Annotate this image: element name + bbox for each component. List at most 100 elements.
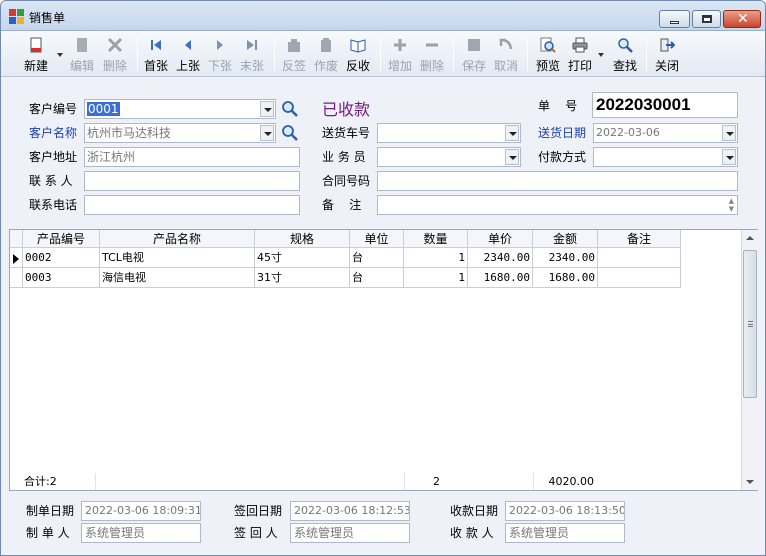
col-header-amount[interactable]: 金额: [533, 230, 598, 248]
contract-field[interactable]: [377, 171, 738, 191]
cell-remark[interactable]: [598, 268, 681, 288]
delivery-date-dropdown[interactable]: [722, 125, 736, 141]
title-bar[interactable]: 销售单 ✕: [1, 1, 765, 31]
vehicle-dropdown[interactable]: [505, 125, 519, 141]
customer-name-search-icon[interactable]: [281, 124, 299, 142]
new-dropdown-icon[interactable]: [57, 53, 63, 57]
unsign-button[interactable]: 反签: [280, 35, 308, 73]
cell-spec[interactable]: 45寸: [255, 248, 350, 268]
created-by-field[interactable]: 系统管理员: [81, 523, 201, 543]
audit-info-panel: 制单日期 2022-03-06 18:09:31 制 单 人 系统管理员 签回日…: [1, 493, 765, 555]
close-icon: ✕: [737, 11, 749, 27]
print-button[interactable]: 打印: [566, 35, 604, 73]
close-button[interactable]: 关闭: [653, 35, 681, 73]
void-label: 作废: [313, 59, 338, 73]
add-row-button[interactable]: 增加: [386, 35, 414, 73]
cell-unit[interactable]: 台: [350, 248, 404, 268]
phone-field[interactable]: [84, 195, 300, 215]
row-selector[interactable]: [10, 248, 23, 268]
col-header-qty[interactable]: 数量: [404, 230, 468, 248]
table-row[interactable]: 0002 TCL电视 45寸 台 1 2340.00 2340.00: [10, 248, 681, 268]
void-button[interactable]: 作废: [312, 35, 340, 73]
cell-remark[interactable]: [598, 248, 681, 268]
unreceive-button[interactable]: 反收: [344, 35, 372, 73]
scroll-up-icon[interactable]: [742, 230, 758, 247]
created-date-field[interactable]: 2022-03-06 18:09:31: [81, 501, 201, 521]
first-record-button[interactable]: 首张: [142, 35, 170, 73]
delivery-date-picker[interactable]: 2022-03-06: [593, 123, 738, 143]
cell-price[interactable]: 2340.00: [468, 248, 533, 268]
delivery-date-label: 送货日期: [538, 126, 587, 140]
new-button[interactable]: 新建: [21, 35, 63, 73]
table-row[interactable]: 0003 海信电视 31寸 台 1 1680.00 1680.00: [10, 268, 681, 288]
cell-name[interactable]: TCL电视: [100, 248, 255, 268]
toolbar-separator: [527, 37, 528, 71]
close-window-button[interactable]: ✕: [723, 10, 761, 28]
find-button[interactable]: 查找: [611, 35, 639, 73]
scroll-down-icon[interactable]: [742, 473, 758, 490]
print-dropdown-icon[interactable]: [598, 53, 604, 57]
cell-code[interactable]: 0002: [23, 248, 100, 268]
signed-by-field[interactable]: 系统管理员: [290, 523, 410, 543]
payment-method-combo[interactable]: [593, 147, 738, 167]
payment-method-dropdown[interactable]: [722, 149, 736, 165]
remove-row-button[interactable]: 删除: [418, 35, 446, 73]
cell-spec[interactable]: 31寸: [255, 268, 350, 288]
salesman-combo[interactable]: [377, 147, 521, 167]
preview-button[interactable]: 预览: [534, 35, 562, 73]
last-record-button[interactable]: 末张: [238, 35, 266, 73]
maximize-button[interactable]: [692, 10, 721, 28]
next-record-button[interactable]: 下张: [206, 35, 234, 73]
save-button[interactable]: 保存: [460, 35, 488, 73]
customer-code-label: 客户编号: [29, 102, 78, 116]
customer-code-combo[interactable]: 0001: [84, 99, 276, 119]
col-header-name[interactable]: 产品名称: [100, 230, 255, 248]
customer-code-dropdown[interactable]: [260, 101, 274, 117]
remark-spinner-icon[interactable]: ▲ ▼: [729, 197, 734, 213]
minimize-button[interactable]: [659, 10, 690, 28]
col-header-price[interactable]: 单价: [468, 230, 533, 248]
cell-code[interactable]: 0003: [23, 268, 100, 288]
edit-button[interactable]: 编辑: [68, 35, 96, 73]
cell-amount[interactable]: 2340.00: [533, 248, 598, 268]
cell-name[interactable]: 海信电视: [100, 268, 255, 288]
contact-field[interactable]: [84, 171, 300, 191]
signed-date-field[interactable]: 2022-03-06 18:12:53: [290, 501, 410, 521]
col-header-unit[interactable]: 单位: [350, 230, 404, 248]
salesman-dropdown[interactable]: [505, 149, 519, 165]
signed-date-label: 签回日期: [234, 504, 283, 518]
remark-field[interactable]: ▲ ▼: [377, 195, 738, 215]
customer-address-field[interactable]: 浙江杭州: [84, 147, 300, 167]
cell-amount[interactable]: 1680.00: [533, 268, 598, 288]
grid-vertical-scrollbar[interactable]: [741, 230, 758, 490]
cancel-label: 取消: [493, 59, 518, 73]
vehicle-combo[interactable]: [377, 123, 521, 143]
prev-record-button[interactable]: 上张: [174, 35, 202, 73]
col-header-spec[interactable]: 规格: [255, 230, 350, 248]
scroll-thumb[interactable]: [743, 250, 757, 398]
items-grid[interactable]: 产品编号 产品名称 规格 单位 数量 单价 金额 备注 0002 TCL电视 4…: [9, 229, 758, 491]
customer-name-label: 客户名称: [29, 126, 78, 140]
grid-header: 产品编号 产品名称 规格 单位 数量 单价 金额 备注: [10, 230, 681, 248]
prev-icon: [185, 40, 191, 50]
customer-name-dropdown[interactable]: [260, 125, 274, 141]
col-header-code[interactable]: 产品编号: [23, 230, 100, 248]
created-by-label: 制 单 人: [26, 526, 70, 540]
cell-qty[interactable]: 1: [404, 268, 468, 288]
row-selector[interactable]: [10, 268, 23, 288]
customer-name-combo[interactable]: 杭州市马达科技: [84, 123, 276, 143]
cell-unit[interactable]: 台: [350, 268, 404, 288]
cell-qty[interactable]: 1: [404, 248, 468, 268]
col-header-remark[interactable]: 备注: [598, 230, 681, 248]
received-date-field[interactable]: 2022-03-06 18:13:50: [505, 501, 625, 521]
footer-total-count: 合计:2: [24, 473, 96, 490]
search-icon: [618, 38, 633, 53]
cell-price[interactable]: 1680.00: [468, 268, 533, 288]
cancel-button[interactable]: 取消: [492, 35, 520, 73]
toolbar-separator: [380, 37, 381, 71]
customer-code-search-icon[interactable]: [281, 100, 299, 118]
order-no-field[interactable]: 2022030001: [592, 92, 738, 118]
delete-button[interactable]: 删除: [101, 35, 129, 73]
received-by-field[interactable]: 系统管理员: [505, 523, 625, 543]
next-label: 下张: [207, 59, 232, 73]
